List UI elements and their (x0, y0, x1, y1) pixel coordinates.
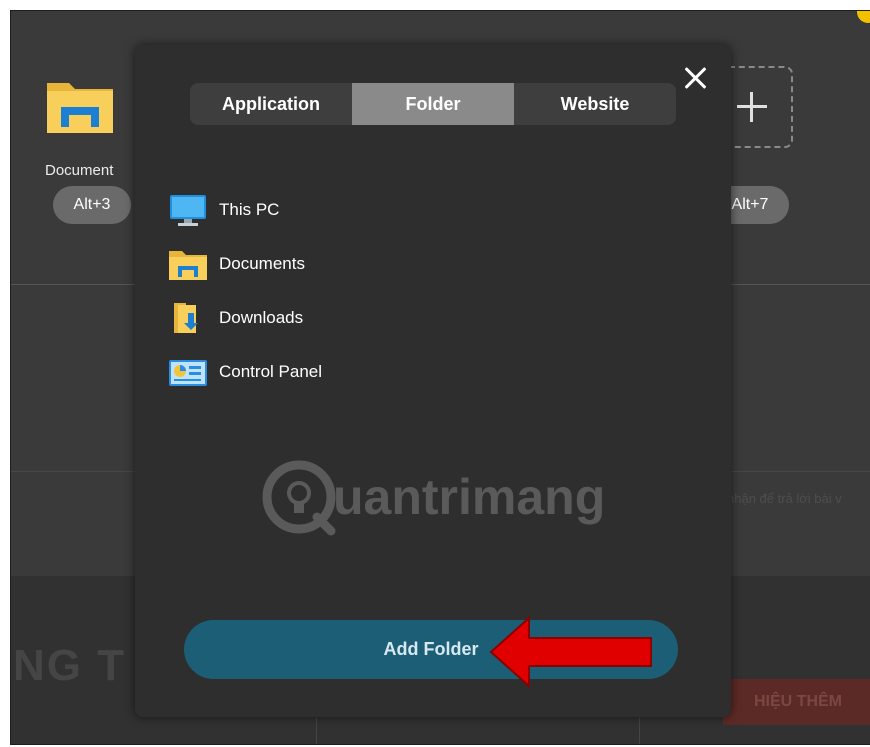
folder-list: This PC Documents Downloads Control Pane… (168, 183, 322, 399)
watermark-text: uantrimang (333, 469, 606, 525)
list-item-this-pc[interactable]: This PC (168, 183, 322, 237)
list-item-downloads[interactable]: Downloads (168, 291, 322, 345)
corner-badge (857, 11, 870, 23)
tab-bar: Application Folder Website (190, 83, 676, 125)
list-item-control-panel[interactable]: Control Panel (168, 345, 322, 399)
tab-application[interactable]: Application (190, 83, 352, 125)
background-banner-title: NG T (13, 641, 127, 690)
background-hint-text: nhận để trả lời bài v (727, 491, 842, 506)
tab-folder[interactable]: Folder (352, 83, 514, 125)
list-item-label: This PC (219, 200, 280, 219)
list-item-label: Documents (219, 254, 305, 273)
red-arrow-icon (489, 616, 652, 688)
launcher-window: Document Alt+3 Alt+7 nhận để trả lời bài… (10, 10, 870, 745)
tab-website[interactable]: Website (514, 83, 676, 125)
documents-folder-icon (169, 251, 207, 280)
background-app-label: Document (45, 162, 114, 179)
monitor-icon (170, 195, 206, 226)
list-item-label: Downloads (219, 308, 304, 327)
list-item-documents[interactable]: Documents (168, 237, 322, 291)
downloads-folder-icon (174, 303, 198, 333)
lightbulb-logo-icon (262, 460, 336, 536)
shortcut-badge-alt3: Alt+3 (53, 186, 131, 224)
list-item-label: Control Panel (219, 362, 323, 381)
watermark: uantrimang (259, 455, 639, 539)
folder-icon (47, 83, 113, 133)
background-app-documents[interactable]: Document (45, 73, 115, 179)
background-banner-button[interactable]: HIỆU THÊM (723, 679, 870, 725)
control-panel-icon (169, 360, 207, 386)
close-icon[interactable] (683, 65, 709, 91)
